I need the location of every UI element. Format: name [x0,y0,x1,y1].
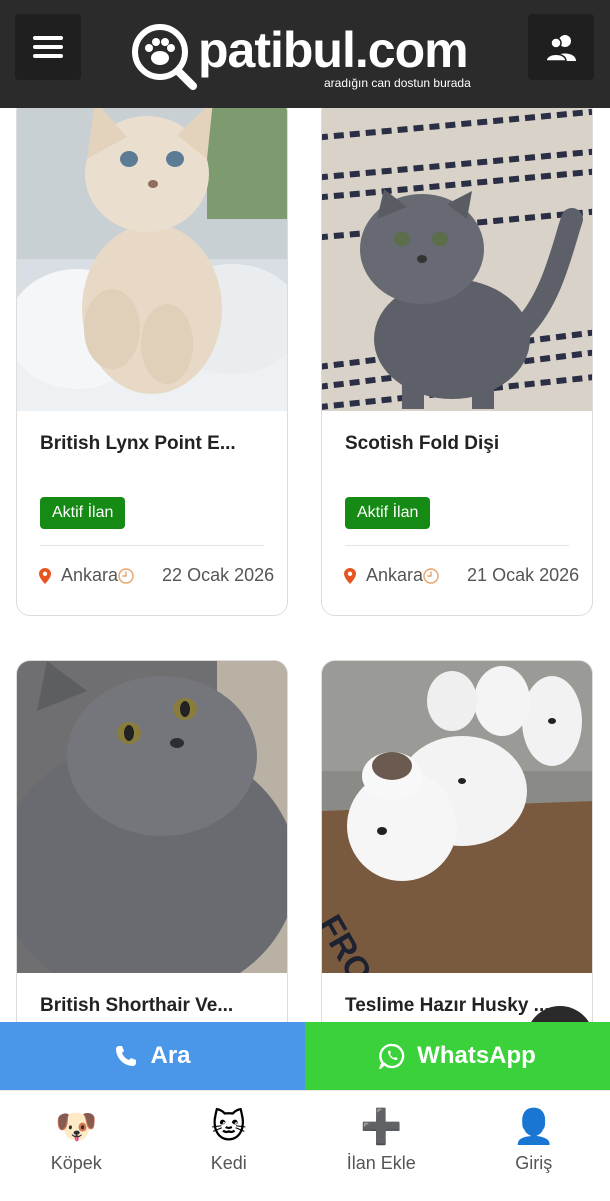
listing-title[interactable]: British Lynx Point E... [40,433,268,455]
grey-scottish-fold-kitten-photo [322,108,592,411]
brand-name: patibul.com [198,22,468,78]
nav-item-giris[interactable]: 👤 Giriş [458,1091,610,1201]
brand-tagline: aradığın can dostun burada [324,76,471,90]
listing-date: 22 Ocak 2026 [162,565,274,586]
clock-icon [118,568,134,584]
divider [40,545,264,546]
account-button[interactable] [528,14,594,80]
bottom-navigation: 🐶 Köpek 🐱 Kedi ➕ İlan Ekle 👤 Giriş [0,1090,610,1201]
cream-kitten-photo [17,108,287,411]
listing-date: 21 Ocak 2026 [467,565,579,586]
location-pin-icon [39,568,51,584]
top-header: patibul.com aradığın can dostun burada [0,0,610,108]
listing-title[interactable]: British Shorthair Ve... [40,995,268,1017]
divider [345,545,569,546]
whatsapp-icon [379,1043,405,1069]
dog-icon: 🐶 [55,1107,97,1147]
listing-city: Ankara [366,565,423,586]
listing-title[interactable]: Scotish Fold Dişi [345,433,573,455]
listing-card[interactable]: Scotish Fold Dişi Aktif İlan Ankara 21 O… [321,108,593,616]
husky-puppies-photo: FRO [322,661,592,973]
grey-longhair-kitten-photo [17,661,287,973]
paw-magnifier-icon [130,20,200,92]
plus-icon: ➕ [360,1107,402,1147]
listing-card[interactable]: British Lynx Point E... Aktif İlan Ankar… [16,108,288,616]
call-button[interactable]: Ara [0,1022,305,1090]
listing-city: Ankara [61,565,118,586]
whatsapp-button[interactable]: WhatsApp [305,1022,610,1090]
location-pin-icon [344,568,356,584]
clock-icon [423,568,439,584]
nav-label: İlan Ekle [305,1153,458,1174]
users-icon [544,33,578,61]
menu-button[interactable] [15,14,81,80]
status-badge: Aktif İlan [40,497,125,529]
listing-meta: Ankara 21 Ocak 2026 [344,565,579,586]
listing-meta: Ankara 22 Ocak 2026 [39,565,274,586]
user-icon: 👤 [513,1107,555,1147]
cat-icon: 🐱 [211,1107,246,1147]
nav-label: Giriş [458,1153,610,1174]
nav-item-kopek[interactable]: 🐶 Köpek [0,1091,153,1201]
nav-item-ilan-ekle[interactable]: ➕ İlan Ekle [305,1091,458,1201]
listing-grid: British Lynx Point E... Aktif İlan Ankar… [0,108,610,1093]
nav-label: Köpek [0,1153,153,1174]
nav-item-kedi[interactable]: 🐱 Kedi [153,1091,306,1201]
call-label: Ara [150,1042,190,1070]
nav-label: Kedi [153,1153,306,1174]
whatsapp-label: WhatsApp [417,1042,536,1070]
status-badge: Aktif İlan [345,497,430,529]
phone-icon [114,1044,138,1068]
hamburger-menu-icon [33,35,63,59]
contact-action-bar: Ara WhatsApp [0,1022,610,1090]
